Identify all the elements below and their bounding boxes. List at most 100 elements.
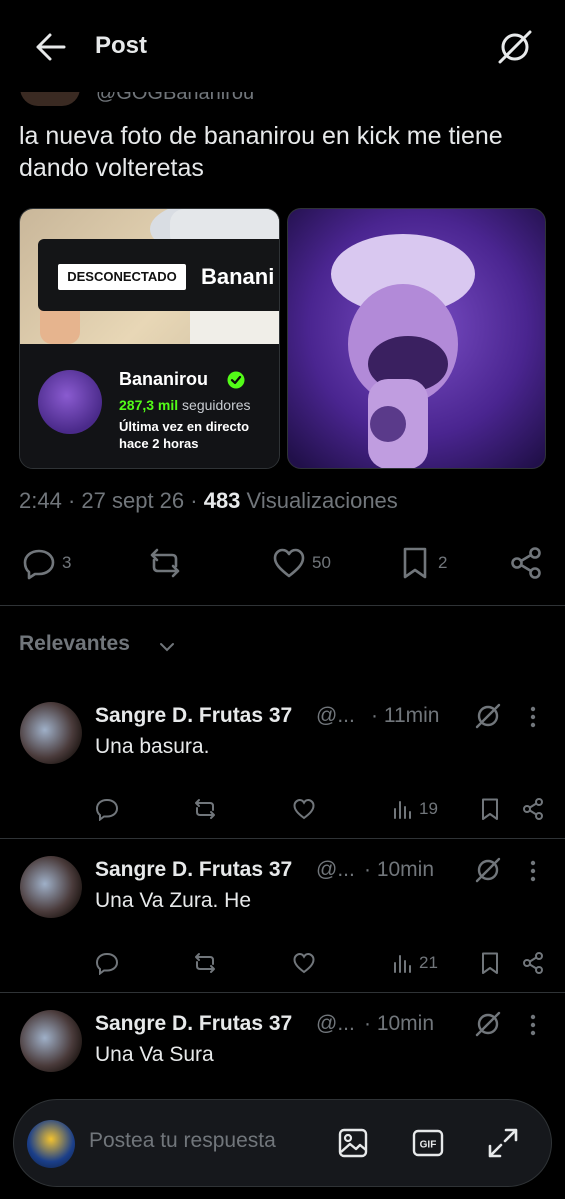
bookmark-icon — [482, 798, 498, 820]
reply-button[interactable]: 3 — [22, 540, 71, 586]
reply-item[interactable]: Sangre D. Frutas 37 @... · 10min Una Va … — [0, 842, 565, 996]
reply-icon — [23, 549, 55, 580]
avatar — [27, 1120, 75, 1168]
followers-line: 287,3 mil seguidores — [119, 397, 251, 413]
bookmark-icon — [482, 952, 498, 974]
reply-text: Una Va Zura. He — [95, 889, 252, 912]
reply-text: Una Va Sura — [95, 1043, 214, 1066]
bar-chart-icon — [394, 801, 411, 819]
reply-icon — [95, 798, 119, 821]
portrait-illustration — [288, 209, 545, 468]
reply-item[interactable]: Sangre D. Frutas 37 @... · 11min Una bas… — [0, 688, 565, 842]
reply-button[interactable] — [95, 948, 119, 978]
views-button[interactable]: 19 — [391, 794, 438, 824]
bookmark-count: 2 — [438, 553, 448, 572]
post-action-bar: 3 50 2 — [0, 540, 565, 586]
reply-count: 3 — [62, 553, 72, 572]
repost-button[interactable] — [193, 794, 217, 824]
reply-composer[interactable]: Postea tu respuesta GIF — [13, 1099, 552, 1187]
grok-icon[interactable] — [474, 1010, 502, 1038]
heart-icon — [273, 548, 305, 578]
grok-icon[interactable] — [474, 856, 502, 884]
post-image-kick-profile[interactable]: DESCONECTADO Banani Bananirou 287,3 mil … — [19, 208, 280, 469]
image-icon[interactable] — [336, 1126, 370, 1160]
repost-icon — [195, 799, 215, 819]
reply-author-handle[interactable]: @... — [316, 704, 355, 728]
reply-icon — [95, 952, 119, 975]
divider — [0, 992, 565, 993]
channel-name: Bananirou — [119, 369, 209, 389]
repost-button[interactable] — [148, 540, 188, 586]
reply-action-bar: 19 — [0, 794, 565, 824]
reply-button[interactable] — [95, 794, 119, 824]
reply-time: · 10min — [364, 1012, 435, 1035]
more-options-icon[interactable] — [525, 1012, 541, 1038]
like-button[interactable] — [292, 948, 316, 978]
reply-author-name[interactable]: Sangre D. Frutas 37 — [95, 1012, 292, 1036]
avatar[interactable] — [20, 856, 82, 918]
expand-icon[interactable] — [486, 1126, 520, 1160]
post-meta: 2:44 · 27 sept 26 · 483 Visualizaciones — [19, 488, 398, 513]
reply-author-handle[interactable]: @... — [316, 1012, 355, 1036]
views-count: 21 — [419, 953, 438, 972]
repost-button[interactable] — [193, 948, 217, 978]
bookmark-button[interactable]: 2 — [398, 540, 447, 586]
gif-icon[interactable]: GIF — [411, 1126, 445, 1160]
top-bar: Post — [0, 0, 565, 92]
heart-icon — [293, 798, 315, 820]
share-icon — [511, 547, 541, 579]
heart-icon — [293, 952, 315, 974]
share-icon — [523, 952, 543, 974]
verified-badge-icon — [227, 371, 245, 389]
reply-author-name[interactable]: Sangre D. Frutas 37 — [95, 858, 292, 882]
bookmark-icon — [403, 547, 427, 579]
bookmark-button[interactable] — [478, 794, 502, 824]
divider — [0, 605, 565, 606]
followers-count: 287,3 mil — [119, 397, 179, 413]
post-image-portrait[interactable] — [287, 208, 546, 469]
arrow-left-icon[interactable] — [34, 32, 66, 62]
repost-icon — [195, 953, 215, 973]
reply-action-bar: 21 — [0, 948, 565, 978]
post-text: la nueva foto de bananirou en kick me ti… — [19, 122, 503, 182]
reply-author-handle[interactable]: @... — [316, 858, 355, 882]
grok-icon[interactable] — [474, 702, 502, 730]
channel-avatar — [38, 370, 102, 434]
post-date: 27 sept 26 — [81, 488, 185, 513]
share-button[interactable] — [521, 948, 545, 978]
views-button[interactable]: 21 — [391, 948, 438, 978]
reply-time: · 11min — [371, 704, 440, 727]
post-time: 2:44 — [19, 488, 62, 513]
sort-selector[interactable]: Relevantes — [19, 632, 130, 656]
more-options-icon[interactable] — [525, 858, 541, 884]
page-title: Post — [95, 32, 148, 59]
grok-icon[interactable] — [496, 28, 534, 66]
chevron-down-icon[interactable] — [158, 638, 176, 656]
reply-author-name[interactable]: Sangre D. Frutas 37 — [95, 704, 292, 728]
divider — [0, 838, 565, 839]
offline-badge: DESCONECTADO — [58, 264, 186, 290]
more-options-icon[interactable] — [525, 704, 541, 730]
banner-channel-name: Banani — [201, 264, 275, 289]
avatar[interactable] — [20, 702, 82, 764]
avatar[interactable] — [20, 1010, 82, 1072]
reply-time: · 10min — [364, 858, 435, 881]
channel-card: Bananirou 287,3 mil seguidores Última ve… — [20, 344, 279, 468]
views-count: 19 — [419, 799, 438, 818]
repost-icon — [150, 548, 180, 578]
share-icon — [523, 798, 543, 820]
bookmark-button[interactable] — [478, 948, 502, 978]
followers-label: seguidores — [182, 397, 251, 413]
svg-text:GIF: GIF — [420, 1140, 437, 1151]
views-count: 483 — [203, 488, 241, 513]
like-count: 50 — [312, 553, 331, 572]
reply-text: Una basura. — [95, 735, 210, 758]
last-live-text: Última vez en directo hace 2 horas — [119, 419, 250, 451]
share-button[interactable] — [521, 794, 545, 824]
like-button[interactable] — [292, 794, 316, 824]
views-label: Visualizaciones — [246, 488, 398, 513]
share-button[interactable] — [509, 540, 543, 586]
like-button[interactable]: 50 — [272, 540, 331, 586]
bar-chart-icon — [394, 955, 411, 973]
reply-input[interactable]: Postea tu respuesta — [89, 1129, 276, 1153]
